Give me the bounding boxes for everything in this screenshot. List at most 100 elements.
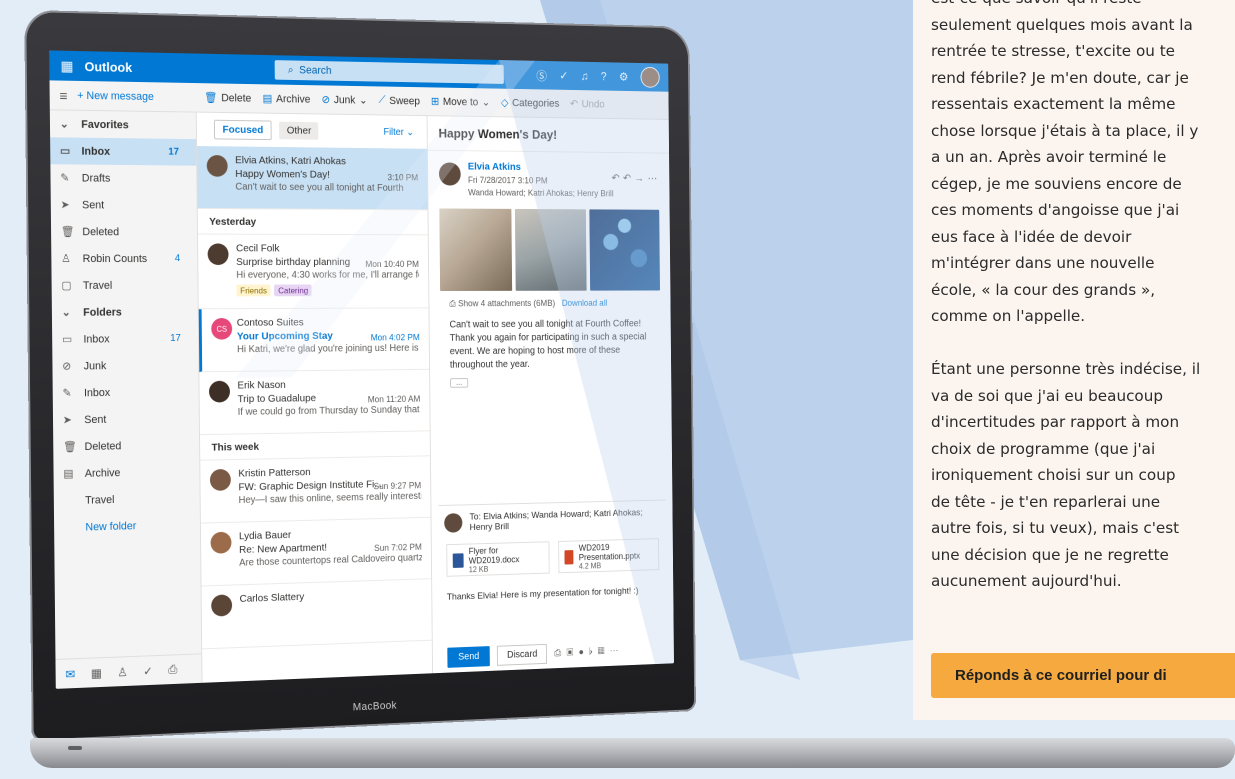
tab-focused[interactable]: Focused bbox=[213, 119, 272, 141]
article-paragraph-1: est-ce que savoir qu'il reste seulement … bbox=[931, 0, 1199, 325]
tasks-icon[interactable]: ✓ bbox=[143, 664, 153, 678]
message-preview: Hi everyone, 4:30 works for me, I'll arr… bbox=[236, 269, 420, 281]
new-folder-label: New folder bbox=[85, 519, 137, 534]
tag-icon: ◇ bbox=[500, 97, 509, 109]
attachments-bar: ⎙ Show 4 attachments (6MB) Download all bbox=[429, 290, 670, 309]
photo-attachment[interactable] bbox=[514, 208, 587, 291]
reply-cta-button[interactable]: Réponds à ce courriel pour di bbox=[931, 653, 1235, 698]
file-attachment[interactable]: Flyer for WD2019.docx 12 KB bbox=[446, 541, 550, 577]
download-all-link[interactable]: Download all bbox=[562, 298, 607, 308]
nav-label: Junk bbox=[83, 359, 107, 372]
file-size: 12 KB bbox=[468, 564, 489, 574]
undo-label: Undo bbox=[581, 98, 605, 110]
avatar: CS bbox=[211, 317, 233, 340]
gear-icon[interactable]: ⚙ bbox=[619, 70, 629, 83]
bell-icon[interactable]: ♫ bbox=[581, 69, 589, 82]
new-message-label: New message bbox=[86, 89, 154, 103]
nav-item-drafts[interactable]: ✎ Drafts bbox=[50, 164, 196, 192]
photo-attachment[interactable] bbox=[589, 209, 660, 291]
folder-pane: ⌄ Favorites ▭ Inbox 17 ✎ Drafts ➤ Sent 🗑 Delet… bbox=[49, 110, 203, 689]
list-item[interactable]: Carlos Slattery bbox=[201, 579, 432, 650]
folder-item-inbox[interactable]: ▭ Inbox 17 bbox=[52, 325, 198, 353]
archive-button[interactable]: ▤ Archive bbox=[263, 92, 311, 105]
calendar-icon[interactable]: ▦ bbox=[91, 666, 102, 680]
section-header-yesterday: Yesterday bbox=[197, 208, 428, 236]
categories-button[interactable]: ◇ Categories bbox=[501, 96, 560, 109]
new-folder-link[interactable]: New folder bbox=[54, 511, 200, 541]
new-message-button[interactable]: + New message bbox=[77, 89, 154, 102]
show-more-button[interactable]: ... bbox=[450, 378, 469, 388]
search-icon: ⌕ bbox=[287, 63, 294, 76]
filter-button[interactable]: Filter ⌄ bbox=[383, 127, 414, 138]
list-item[interactable]: CS Contoso Suites Your Upcoming Stay Hi … bbox=[198, 308, 430, 373]
archive-icon: ▤ bbox=[262, 93, 273, 105]
chevron-down-icon: ⌄ bbox=[59, 118, 69, 131]
email-body: Can't wait to see you all tonight at Fou… bbox=[449, 318, 647, 371]
article-paragraph-2: Étant une personne très indécise, il va … bbox=[931, 360, 1201, 590]
folder-icon: ▢ bbox=[61, 279, 72, 292]
discard-button[interactable]: Discard bbox=[497, 643, 548, 666]
word-file-icon bbox=[452, 552, 464, 568]
paperclip-icon: ⎙ bbox=[449, 298, 456, 309]
list-item[interactable]: Erik Nason Trip to Guadalupe If we could… bbox=[199, 369, 430, 436]
list-item[interactable]: Elvia Atkins, Katri Ahokas Happy Women's… bbox=[197, 146, 428, 211]
folder-item-sent[interactable]: ➤ Sent bbox=[53, 405, 199, 434]
nav-item-sent[interactable]: ➤ Sent bbox=[51, 191, 197, 219]
user-avatar[interactable] bbox=[640, 66, 660, 88]
attach-icon[interactable]: ⎙ bbox=[168, 662, 177, 677]
category-tags: Friends Catering bbox=[236, 284, 419, 297]
nav-item-inbox[interactable]: ▭ Inbox 17 bbox=[50, 137, 197, 166]
reply-compose: To: Elvia Atkins; Wanda Howard; Katri Ah… bbox=[438, 499, 668, 669]
powerpoint-file-icon bbox=[564, 549, 574, 565]
toolbar-actions: 🗑 Delete ▤ Archive ⊘ Junk ⌄ ⟋ Sweep ⊞ Move to… bbox=[197, 91, 605, 110]
show-attachments-link[interactable]: Show 4 attachments (6MB) bbox=[458, 298, 555, 308]
tab-other[interactable]: Other bbox=[279, 121, 319, 140]
format-toolbar-icons[interactable]: ⎙▣●♭▦⋯ bbox=[554, 646, 624, 659]
people-icon[interactable]: ♙ bbox=[117, 665, 128, 679]
undo-button[interactable]: ↶ Undo bbox=[570, 98, 605, 111]
message-time: Mon 11:20 AM bbox=[367, 393, 421, 405]
favorites-label: Favorites bbox=[81, 118, 129, 131]
mail-icon[interactable]: ✉ bbox=[65, 667, 75, 681]
favorites-header[interactable]: ⌄ Favorites bbox=[50, 110, 196, 139]
nav-item-robin-counts[interactable]: ♙ Robin Counts 4 bbox=[51, 245, 197, 272]
hamburger-icon[interactable]: ≡ bbox=[59, 87, 67, 103]
photo-attachment[interactable] bbox=[439, 208, 513, 292]
help-icon[interactable]: ? bbox=[601, 70, 607, 83]
nav-label: Archive bbox=[84, 466, 121, 480]
move-to-button[interactable]: ⊞ Move to ⌄ bbox=[430, 95, 490, 109]
nav-label: Robin Counts bbox=[82, 252, 148, 265]
nav-label: Inbox bbox=[83, 332, 110, 346]
folders-header[interactable]: ⌄ Folders bbox=[52, 298, 198, 325]
send-button[interactable]: Send bbox=[447, 646, 491, 668]
nav-item-deleted[interactable]: 🗑 Deleted bbox=[51, 218, 197, 245]
reply-actions[interactable]: ↶↶→⋯ bbox=[611, 172, 660, 185]
person-icon: ♙ bbox=[61, 253, 71, 266]
folders-label: Folders bbox=[83, 306, 122, 319]
list-item[interactable]: Lydia Bauer Re: New Apartment! Are those… bbox=[200, 517, 432, 587]
delete-button[interactable]: 🗑 Delete bbox=[204, 91, 251, 105]
pencil-icon: ✎ bbox=[62, 387, 72, 400]
folder-item-deleted[interactable]: 🗑 Deleted bbox=[53, 431, 199, 460]
folder-move-icon: ⊞ bbox=[430, 96, 440, 108]
folder-item-junk[interactable]: ⊘ Junk bbox=[52, 352, 198, 380]
category-tag: Catering bbox=[274, 284, 313, 297]
send-icon: ➤ bbox=[60, 199, 70, 212]
file-attachment[interactable]: WD2019 Presentation.pptx 4.2 MB bbox=[558, 538, 660, 574]
skype-icon[interactable]: Ⓢ bbox=[536, 67, 547, 83]
sweep-button[interactable]: ⟋ Sweep bbox=[378, 94, 420, 107]
list-item[interactable]: Cecil Folk Surprise birthday planning Hi… bbox=[197, 234, 429, 310]
folder-item-travel[interactable]: Travel bbox=[54, 484, 200, 514]
message-from: Elvia Atkins, Katri Ahokas bbox=[235, 154, 346, 168]
search-input[interactable]: ⌕ Search bbox=[274, 60, 504, 84]
app-launcher-icon[interactable]: ▦ bbox=[49, 50, 84, 81]
list-item[interactable]: Kristin Patterson FW: Graphic Design Ins… bbox=[200, 456, 431, 524]
folder-item-archive[interactable]: ▤ Archive bbox=[53, 458, 199, 488]
checkmark-icon[interactable]: ✓ bbox=[559, 69, 568, 82]
junk-button[interactable]: ⊘ Junk ⌄ bbox=[321, 93, 367, 107]
compose-to-line[interactable]: To: Elvia Atkins; Wanda Howard; Katri Ah… bbox=[439, 500, 666, 540]
nav-item-travel[interactable]: ▢ Travel bbox=[51, 272, 197, 299]
compose-body[interactable]: Thanks Elvia! Here is my presentation fo… bbox=[439, 574, 666, 615]
folder-item-inbox-2[interactable]: ✎ Inbox bbox=[53, 378, 199, 407]
avatar bbox=[206, 154, 228, 177]
